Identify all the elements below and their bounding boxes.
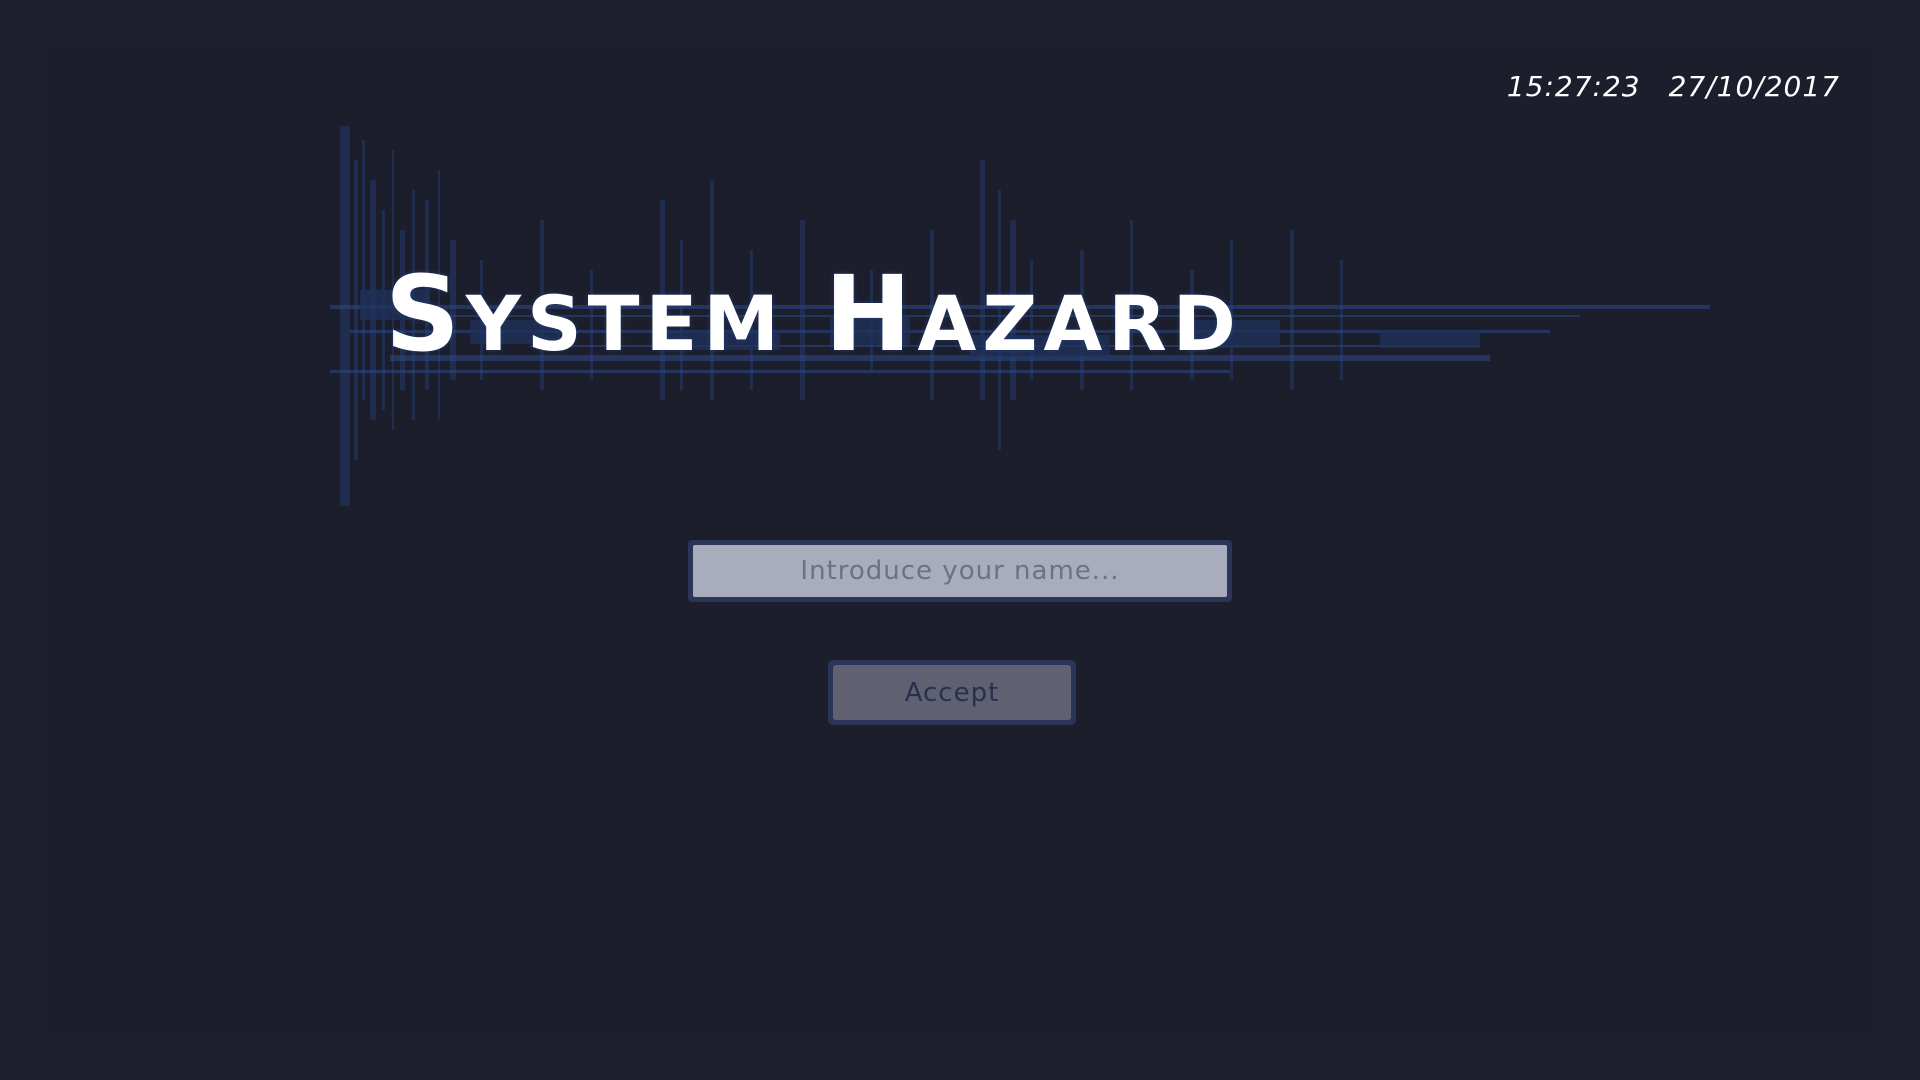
clock: 15:27:23 27/10/2017 (1507, 70, 1840, 103)
title-word1-rest: YSTEM (465, 279, 786, 368)
clock-date: 27/10/2017 (1668, 70, 1840, 103)
game-title: SYSTEM HAZARD (385, 262, 1242, 366)
title-word1-initial: S (385, 253, 466, 375)
clock-time: 15:27:23 (1506, 70, 1641, 103)
name-input[interactable] (693, 545, 1227, 597)
accept-button-frame: Accept (828, 660, 1076, 725)
game-screen: 15:27:23 27/10/2017 SYSTEM HAZARD Introd… (0, 0, 1920, 1080)
accept-button[interactable]: Accept (833, 665, 1071, 720)
name-input-frame (688, 540, 1232, 602)
title-word2-initial: H (824, 253, 918, 375)
title-word2-rest: AZARD (917, 279, 1242, 368)
